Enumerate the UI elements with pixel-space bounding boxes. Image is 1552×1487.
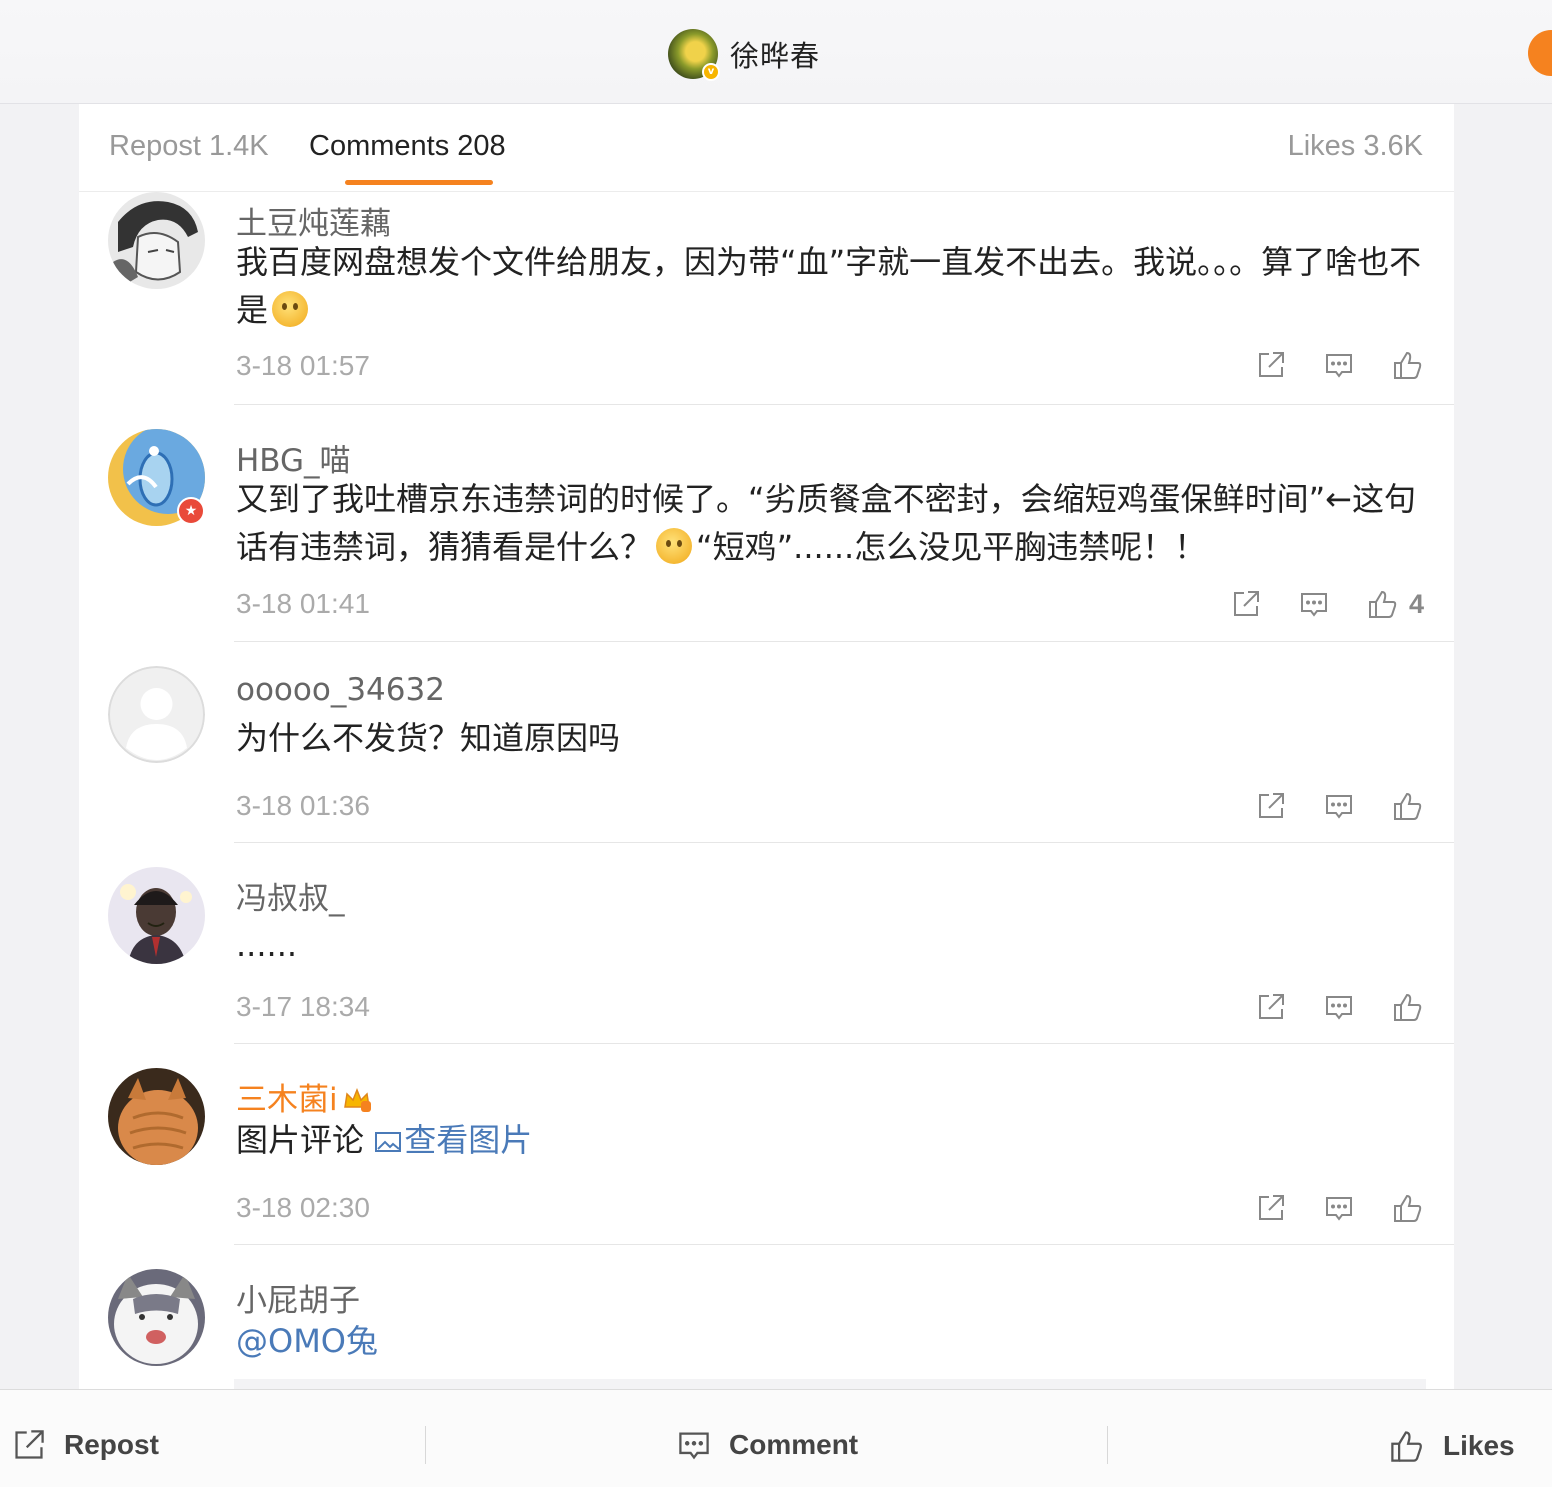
comment-time: 3-18 01:57 xyxy=(236,350,370,381)
divider xyxy=(425,1426,426,1464)
comment-time: 3-18 01:41 xyxy=(236,588,370,619)
comment-username[interactable]: 土豆炖莲藕 xyxy=(236,198,391,243)
comment-text-body: “短鸡”......怎么没见平胸违禁呢！！ xyxy=(696,528,1207,566)
author-name[interactable]: 徐晔春 xyxy=(730,33,820,75)
view-image-link-text: 查看图片 xyxy=(404,1121,533,1159)
like-icon[interactable] xyxy=(1392,790,1424,822)
comments-panel: Repost 1.4K Comments 208 Likes 3.6K 土豆炖莲… xyxy=(79,104,1454,1394)
comment-text: ...... xyxy=(236,926,298,964)
tab-repost[interactable]: Repost 1.4K xyxy=(109,130,269,163)
comment-text: 图片评论 查看图片 xyxy=(236,1116,1426,1164)
avatar[interactable] xyxy=(108,1068,205,1165)
comment-username-text: 三木菌i xyxy=(236,1082,338,1118)
avatar[interactable] xyxy=(108,192,205,289)
like-icon xyxy=(1391,1431,1422,1462)
view-image-link[interactable]: 查看图片 xyxy=(374,1121,532,1159)
post-author[interactable]: v 徐晔春 xyxy=(668,28,820,81)
reply-icon[interactable] xyxy=(1324,350,1354,380)
comment-actions xyxy=(1218,349,1424,381)
comment-item: 三木菌i 图片评论 查看图片 3-18 02:30 xyxy=(79,1044,1454,1245)
comment-button[interactable]: Comment xyxy=(677,1428,858,1462)
smile-emoji-icon xyxy=(272,291,309,327)
comment-item: 土豆炖莲藕 我百度网盘想发个文件给朋友，因为带“血”字就一直发不出去。我说。。。… xyxy=(79,192,1454,405)
comment-actions xyxy=(1218,790,1424,822)
comment-username[interactable]: 三木菌i xyxy=(236,1074,372,1119)
comment-item: 冯叔叔_ ...... 3-17 18:34 xyxy=(79,843,1454,1044)
avatar[interactable] xyxy=(108,867,205,964)
top-bar: v 徐晔春 xyxy=(0,0,1552,104)
like-count: 4 xyxy=(1408,588,1424,619)
comment-label: Comment xyxy=(729,1429,859,1460)
comment-actions: 4 xyxy=(1193,588,1424,620)
comment-username[interactable]: 冯叔叔_ xyxy=(236,873,345,918)
grin-emoji-icon xyxy=(656,528,693,564)
tab-comments[interactable]: Comments 208 xyxy=(309,130,506,163)
repost-button[interactable]: Repost xyxy=(12,1428,159,1462)
bottom-action-bar: Repost Comment Likes xyxy=(0,1389,1552,1487)
image-icon xyxy=(374,1130,402,1154)
comment-text: 为什么不发货？知道原因吗 xyxy=(236,719,621,757)
repost-icon[interactable] xyxy=(1256,791,1286,821)
repost-icon[interactable] xyxy=(1256,992,1286,1022)
likes-label: Likes xyxy=(1443,1430,1515,1461)
tab-likes[interactable]: Likes 3.6K xyxy=(1288,130,1423,163)
reply-icon[interactable] xyxy=(1299,589,1329,619)
member-badge-icon: ★ xyxy=(177,497,205,525)
comment-text: @OMO兔 xyxy=(236,1317,1426,1365)
verified-badge: v xyxy=(702,63,720,81)
comment-item: ooooo_34632 为什么不发货？知道原因吗 3-18 01:36 xyxy=(79,642,1454,843)
like-button[interactable]: 4 xyxy=(1367,588,1424,620)
likes-button[interactable]: Likes xyxy=(1389,1428,1515,1464)
active-tab-indicator xyxy=(345,180,493,185)
divider xyxy=(1107,1426,1108,1464)
repost-label: Repost xyxy=(64,1429,159,1460)
comment-text-body: 图片评论 xyxy=(236,1121,365,1159)
comment-text: 我百度网盘想发个文件给朋友，因为带“血”字就一直发不出去。我说。。。算了啥也不是 xyxy=(236,238,1426,334)
comment-time: 3-18 02:30 xyxy=(236,1192,370,1223)
repost-icon[interactable] xyxy=(1231,589,1261,619)
comment-username[interactable]: ooooo_34632 xyxy=(236,672,445,708)
comment-username[interactable]: HBG_喵 xyxy=(236,435,351,480)
avatar[interactable] xyxy=(108,1269,205,1366)
follow-button[interactable] xyxy=(1528,30,1552,76)
reply-icon[interactable] xyxy=(1324,791,1354,821)
repost-icon xyxy=(15,1430,44,1459)
repost-icon[interactable] xyxy=(1256,350,1286,380)
comment-time: 3-18 01:36 xyxy=(236,790,370,821)
like-icon[interactable] xyxy=(1392,991,1424,1023)
avatar[interactable] xyxy=(108,666,205,763)
vip-crown-icon xyxy=(342,1087,372,1113)
comment-text-body: 我百度网盘想发个文件给朋友，因为带“血”字就一直发不出去。我说。。。算了啥也不是 xyxy=(236,243,1422,329)
like-icon xyxy=(1368,590,1397,618)
reply-icon[interactable] xyxy=(1324,992,1354,1022)
like-icon[interactable] xyxy=(1392,349,1424,381)
tab-bar: Repost 1.4K Comments 208 Likes 3.6K xyxy=(79,104,1454,192)
reply-icon[interactable] xyxy=(1324,1193,1354,1223)
comment-item: 小屁胡子 @OMO兔 xyxy=(79,1245,1454,1394)
comment-username[interactable]: 小屁胡子 xyxy=(236,1275,360,1320)
author-avatar[interactable]: v xyxy=(668,29,720,81)
comment-icon xyxy=(679,1432,709,1460)
comment-text: 又到了我吐槽京东违禁词的时候了。“劣质餐盒不密封，会缩短鸡蛋保鲜时间”←这句话有… xyxy=(236,475,1426,571)
comment-actions xyxy=(1218,991,1424,1023)
comment-time: 3-17 18:34 xyxy=(236,991,370,1022)
mention-link[interactable]: @OMO兔 xyxy=(236,1322,378,1360)
comment-actions xyxy=(1218,1192,1424,1224)
like-icon[interactable] xyxy=(1392,1192,1424,1224)
repost-icon[interactable] xyxy=(1256,1193,1286,1223)
